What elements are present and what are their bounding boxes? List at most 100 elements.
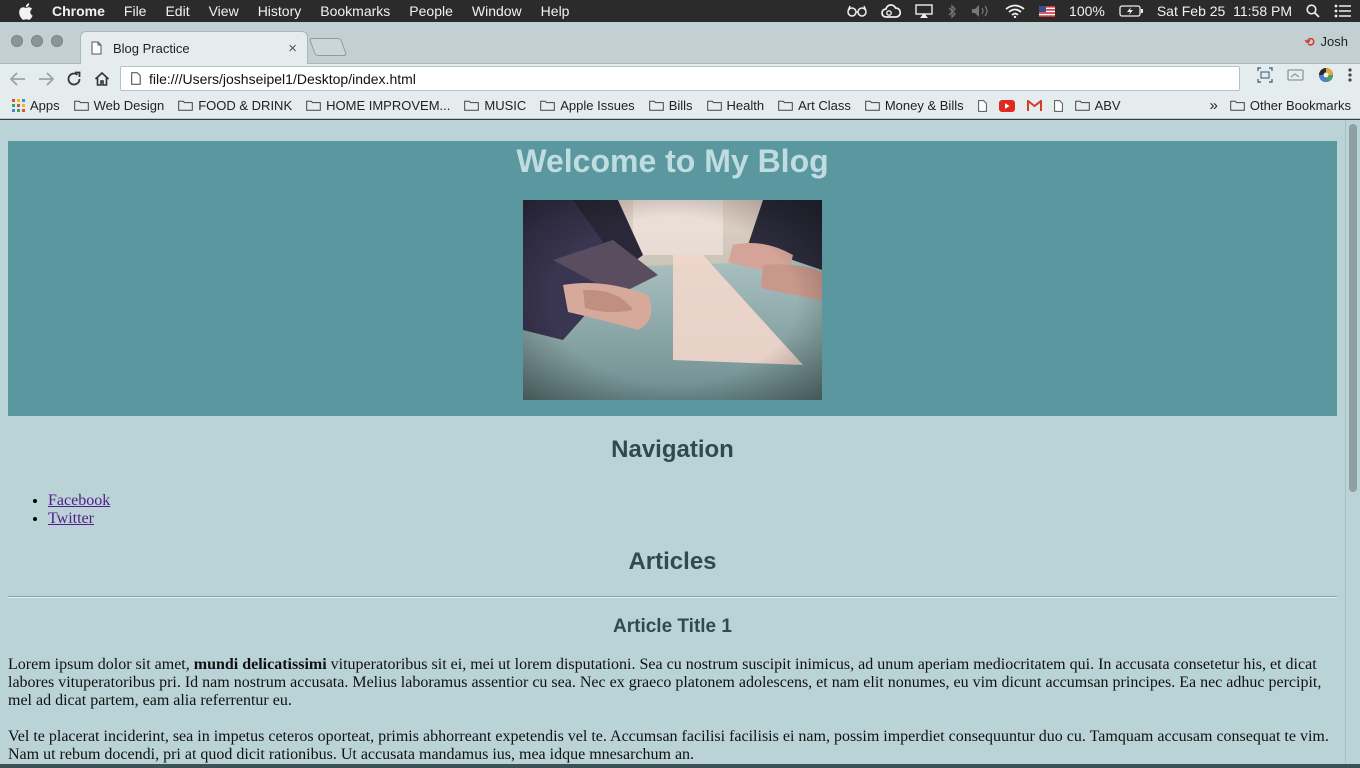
- new-tab-button[interactable]: [308, 38, 348, 56]
- bookmark-youtube[interactable]: [998, 99, 1015, 112]
- menu-window[interactable]: Window: [472, 0, 522, 22]
- close-window-button[interactable]: [11, 35, 23, 47]
- creative-cloud-icon[interactable]: [881, 0, 902, 22]
- bookmark-label: Apple Issues: [560, 98, 635, 113]
- folder-icon: [306, 100, 321, 111]
- address-bar[interactable]: file:///Users/joshseipel1/Desktop/index.…: [120, 66, 1240, 91]
- menu-view[interactable]: View: [209, 0, 239, 22]
- tab-close-icon[interactable]: ×: [288, 40, 297, 57]
- window-bottom-edge: [0, 764, 1360, 768]
- scrollbar-thumb[interactable]: [1349, 124, 1357, 492]
- bookmark-gmail[interactable]: [1026, 99, 1042, 112]
- page-scrollbar[interactable]: [1345, 120, 1360, 764]
- menu-people[interactable]: People: [409, 0, 453, 22]
- bookmark-folder-bills[interactable]: Bills: [648, 98, 693, 113]
- folder-icon: [464, 100, 480, 111]
- notification-center-icon[interactable]: [1334, 0, 1352, 22]
- chrome-menu-icon[interactable]: [1348, 68, 1352, 87]
- menu-bookmarks[interactable]: Bookmarks: [320, 0, 390, 22]
- flag-icon[interactable]: [1039, 0, 1056, 22]
- minimize-window-button[interactable]: [31, 35, 43, 47]
- zoom-window-button[interactable]: [51, 35, 63, 47]
- window-controls: [11, 35, 63, 47]
- wifi-icon[interactable]: [1005, 0, 1025, 22]
- extension-icon[interactable]: [1318, 67, 1334, 88]
- folder-icon: [178, 100, 194, 111]
- bookmark-label: Apps: [30, 98, 60, 113]
- bookmark-page-1[interactable]: [977, 99, 987, 112]
- bookmark-label: FOOD & DRINK: [198, 98, 293, 113]
- bookmark-folder-apple-issues[interactable]: Apple Issues: [540, 98, 635, 113]
- list-item: Facebook: [48, 492, 1337, 510]
- blog-page: Welcome to My Blog Navigation • Facebook…: [8, 141, 1337, 764]
- glasses-icon[interactable]: [847, 0, 867, 22]
- screenshot-icon[interactable]: [1257, 67, 1273, 88]
- back-icon[interactable]: [4, 65, 32, 93]
- airplay-icon[interactable]: [915, 0, 933, 22]
- bookmark-label: HOME IMPROVEM...: [326, 98, 451, 113]
- page-icon: [1053, 99, 1063, 112]
- macos-menubar: Chrome File Edit View History Bookmarks …: [0, 0, 1360, 22]
- bookmark-apps[interactable]: Apps: [12, 98, 60, 113]
- bookmark-label: Web Design: [93, 98, 165, 113]
- cast-icon[interactable]: [1287, 68, 1304, 87]
- paragraph-text: Lorem ipsum dolor sit amet,: [8, 656, 194, 673]
- url-text[interactable]: file:///Users/joshseipel1/Desktop/index.…: [149, 71, 416, 87]
- menu-app-name[interactable]: Chrome: [52, 0, 105, 22]
- folder-icon: [706, 100, 722, 111]
- bookmark-label: ABV: [1094, 98, 1121, 113]
- bookmark-folder-money-bills[interactable]: Money & Bills: [865, 98, 964, 113]
- forward-icon[interactable]: [32, 65, 60, 93]
- page-icon: [91, 41, 103, 55]
- page-icon: [977, 99, 987, 112]
- bookmark-page-2[interactable]: [1053, 99, 1063, 112]
- nav-link-list: Facebook Twitter: [48, 492, 1337, 528]
- blog-header: Welcome to My Blog: [8, 141, 1337, 416]
- youtube-icon: [998, 99, 1015, 112]
- divider: [8, 596, 1337, 598]
- profile-button[interactable]: ⟲ Josh: [1304, 34, 1348, 49]
- clock[interactable]: Sat Feb 25 11:58 PM: [1157, 3, 1292, 19]
- hero-image: [523, 200, 822, 400]
- articles-heading: Articles: [628, 548, 717, 575]
- volume-icon[interactable]: [971, 0, 991, 22]
- list-item: Twitter: [48, 510, 1337, 528]
- bookmark-folder-health[interactable]: Health: [706, 98, 764, 113]
- bookmark-label: Art Class: [798, 98, 851, 113]
- folder-icon: [1230, 100, 1245, 111]
- page-title: Welcome to My Blog: [516, 143, 829, 179]
- bookmark-folder-web-design[interactable]: Web Design: [73, 98, 165, 113]
- spotlight-icon[interactable]: [1306, 0, 1320, 22]
- menu-edit[interactable]: Edit: [165, 0, 189, 22]
- apple-icon[interactable]: [18, 2, 34, 20]
- battery-icon[interactable]: [1119, 0, 1143, 22]
- tab-strip: Blog Practice × ⟲ Josh: [0, 22, 1360, 64]
- bookmark-label: Other Bookmarks: [1249, 98, 1351, 113]
- tab-title: Blog Practice: [113, 40, 190, 56]
- folder-icon: [540, 100, 556, 111]
- bookmarks-overflow-button[interactable]: »: [1210, 97, 1218, 114]
- twitter-link[interactable]: Twitter: [48, 510, 94, 527]
- tab-blog-practice[interactable]: Blog Practice ×: [80, 31, 308, 64]
- facebook-link[interactable]: Facebook: [48, 492, 110, 509]
- menu-history[interactable]: History: [258, 0, 302, 22]
- page-viewport: Welcome to My Blog Navigation • Facebook…: [0, 120, 1360, 764]
- bookmark-folder-other[interactable]: Other Bookmarks: [1230, 98, 1351, 113]
- extension-area: [1257, 67, 1352, 88]
- menu-file[interactable]: File: [124, 0, 147, 22]
- home-icon[interactable]: [88, 65, 116, 93]
- nav-heading: Navigation: [611, 436, 734, 463]
- bluetooth-icon[interactable]: [947, 0, 957, 22]
- bookmark-folder-food-drink[interactable]: FOOD & DRINK: [178, 98, 292, 113]
- gmail-icon: [1026, 99, 1042, 111]
- bookmark-folder-home-improvement[interactable]: HOME IMPROVEM...: [306, 98, 450, 113]
- bookmark-folder-music[interactable]: MUSIC: [464, 98, 526, 113]
- page-info-icon[interactable]: [131, 72, 141, 85]
- bookmarks-overflow-area: » Other Bookmarks: [1210, 97, 1360, 114]
- paragraph-bold-text: mundi delicatissimi: [193, 656, 327, 673]
- menu-help[interactable]: Help: [541, 0, 570, 22]
- bookmark-folder-art-class[interactable]: Art Class: [778, 98, 851, 113]
- bookmark-folder-abv[interactable]: ABV: [1074, 98, 1121, 113]
- reload-icon[interactable]: [60, 65, 88, 93]
- browser-toolbar: file:///Users/joshseipel1/Desktop/index.…: [0, 64, 1360, 93]
